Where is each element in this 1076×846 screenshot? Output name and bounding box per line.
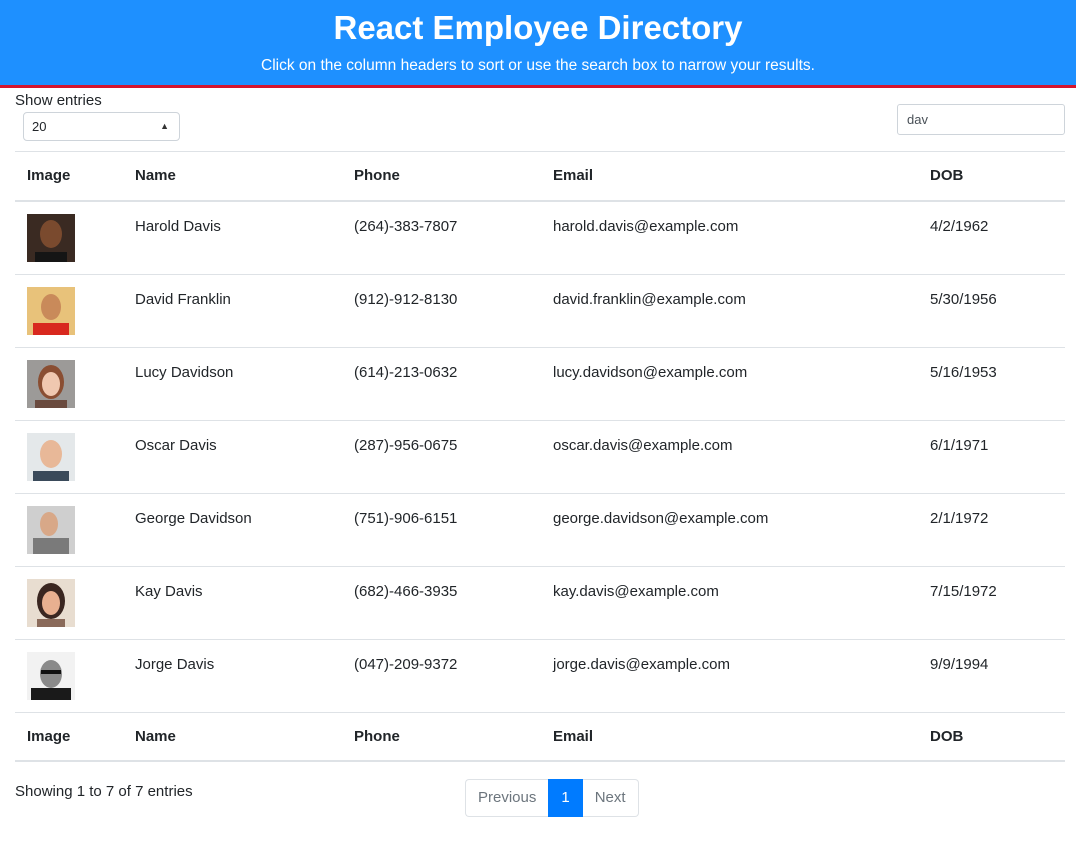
employee-email: david.franklin@example.com [553, 290, 746, 308]
avatar [27, 651, 75, 700]
employee-name: Jorge Davis [135, 655, 215, 673]
employee-name: Harold Davis [135, 217, 221, 235]
employee-email: oscar.davis@example.com [553, 436, 733, 454]
pagination: Previous 1 Next [465, 779, 639, 817]
entries-select-value: 20 [32, 119, 47, 134]
avatar [27, 286, 75, 335]
employee-dob: 5/16/1953 [930, 363, 997, 381]
table-row: Jorge Davis (047)-209-9372 jorge.davis@e… [15, 639, 1065, 712]
entries-select[interactable]: 20 ▲ [23, 112, 180, 141]
avatar [27, 578, 75, 627]
footer-header-dob[interactable]: DOB [918, 712, 1065, 761]
page-subtitle: Click on the column headers to sort or u… [261, 57, 815, 74]
column-header-name[interactable]: Name [123, 152, 342, 201]
previous-page-button[interactable]: Previous [465, 779, 549, 817]
avatar [27, 432, 75, 481]
employee-phone: (682)-466-3935 [354, 582, 458, 600]
employee-phone: (912)-912-8130 [354, 290, 458, 308]
employee-name: Lucy Davidson [135, 363, 234, 381]
employee-dob: 6/1/1971 [930, 436, 989, 454]
footer-header-image[interactable]: Image [15, 712, 123, 761]
table-row: Harold Davis (264)-383-7807 harold.davis… [15, 201, 1065, 274]
employee-table: Image Name Phone Email DOB Harold Davis … [15, 151, 1065, 762]
table-row: Kay Davis (682)-466-3935 kay.davis@examp… [15, 566, 1065, 639]
table-row: Oscar Davis (287)-956-0675 oscar.davis@e… [15, 420, 1065, 493]
search-input[interactable] [897, 104, 1065, 135]
table-header-row: Image Name Phone Email DOB [15, 151, 1065, 201]
table-footer-row: Image Name Phone Email DOB [15, 712, 1065, 761]
employee-email: george.davidson@example.com [553, 509, 769, 527]
table-row: George Davidson (751)-906-6151 george.da… [15, 493, 1065, 566]
sort-arrows-icon: ▲ [160, 121, 169, 131]
employee-dob: 5/30/1956 [930, 290, 997, 308]
employee-name: Kay Davis [135, 582, 203, 600]
employee-phone: (287)-956-0675 [354, 436, 458, 454]
column-header-phone[interactable]: Phone [342, 152, 541, 201]
employee-dob: 4/2/1962 [930, 217, 989, 235]
footer-header-email[interactable]: Email [541, 712, 918, 761]
employee-name: George Davidson [135, 509, 252, 527]
avatar [27, 359, 75, 408]
employee-phone: (264)-383-7807 [354, 217, 458, 235]
employee-phone: (751)-906-6151 [354, 509, 458, 527]
table-row: Lucy Davidson (614)-213-0632 lucy.davids… [15, 347, 1065, 420]
employee-email: kay.davis@example.com [553, 582, 719, 600]
avatar [27, 213, 75, 262]
footer-header-phone[interactable]: Phone [342, 712, 541, 761]
footer-header-name[interactable]: Name [123, 712, 342, 761]
page-1-button[interactable]: 1 [548, 779, 583, 817]
employee-dob: 2/1/1972 [930, 509, 989, 527]
entries-status: Showing 1 to 7 of 7 entries [15, 783, 193, 800]
avatar [27, 505, 75, 554]
column-header-email[interactable]: Email [541, 152, 918, 201]
employee-email: lucy.davidson@example.com [553, 363, 748, 381]
employee-dob: 7/15/1972 [930, 582, 997, 600]
employee-name: Oscar Davis [135, 436, 217, 454]
column-header-dob[interactable]: DOB [918, 152, 1065, 201]
employee-phone: (047)-209-9372 [354, 655, 458, 673]
page-header: React Employee Directory Click on the co… [0, 0, 1076, 88]
table-row: David Franklin (912)-912-8130 david.fran… [15, 274, 1065, 347]
employee-name: David Franklin [135, 290, 231, 308]
page-title: React Employee Directory [333, 9, 743, 46]
next-page-button[interactable]: Next [582, 779, 639, 817]
show-entries-label: Show entries [15, 92, 102, 109]
employee-phone: (614)-213-0632 [354, 363, 458, 381]
column-header-image[interactable]: Image [15, 152, 123, 201]
employee-email: harold.davis@example.com [553, 217, 739, 235]
employee-dob: 9/9/1994 [930, 655, 989, 673]
employee-email: jorge.davis@example.com [553, 655, 730, 673]
